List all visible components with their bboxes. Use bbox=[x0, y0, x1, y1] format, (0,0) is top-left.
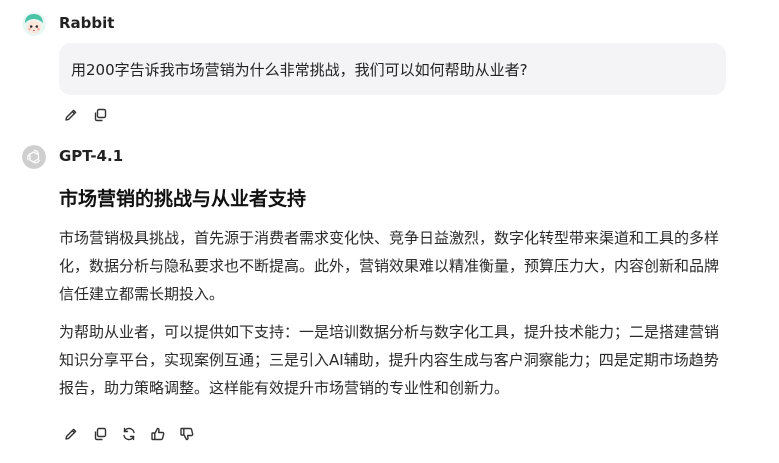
answer-paragraph: 市场营销极具挑战，首先源于消费者需求变化快、竞争日益激烈，数字化转型带来渠道和工… bbox=[59, 229, 720, 303]
edit-icon[interactable] bbox=[62, 425, 79, 442]
regenerate-icon[interactable] bbox=[120, 425, 137, 442]
answer-title: 市场营销的挑战与从业者支持 bbox=[59, 188, 307, 210]
thumbs-down-icon[interactable] bbox=[178, 425, 195, 442]
assistant-avatar bbox=[22, 145, 46, 169]
copy-icon[interactable] bbox=[91, 425, 108, 442]
user-message-bubble: 用200字告诉我市场营销为什么非常挑战，我们可以如何帮助从业者? bbox=[59, 43, 726, 95]
user-name: Rabbit bbox=[59, 14, 115, 32]
user-message-text: 用200字告诉我市场营销为什么非常挑战，我们可以如何帮助从业者? bbox=[71, 60, 528, 79]
copy-icon[interactable] bbox=[91, 106, 108, 123]
user-message-toolbar bbox=[62, 106, 108, 123]
rabbit-avatar-icon bbox=[22, 12, 46, 36]
answer-paragraph: 为帮助从业者，可以提供如下支持：一是培训数据分析与数字化工具，提升技术能力；二是… bbox=[59, 323, 720, 397]
thumbs-up-icon[interactable] bbox=[149, 425, 166, 442]
openai-logo-icon bbox=[22, 145, 46, 169]
user-avatar bbox=[22, 12, 46, 36]
assistant-message-toolbar bbox=[62, 425, 195, 442]
edit-icon[interactable] bbox=[62, 106, 79, 123]
assistant-name: GPT-4.1 bbox=[59, 147, 124, 165]
